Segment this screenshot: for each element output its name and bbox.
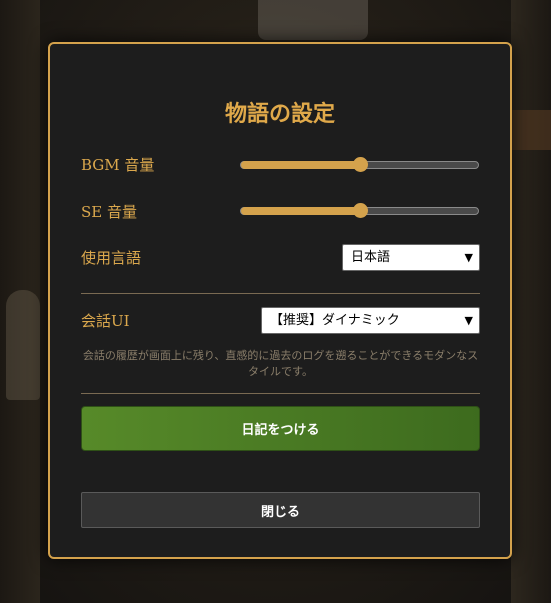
conversation-ui-select[interactable]: 【推奨】ダイナミック ▼ — [261, 307, 480, 334]
se-volume-thumb[interactable] — [352, 203, 368, 218]
background-pillar-right — [511, 0, 551, 603]
background-figure — [6, 290, 40, 400]
background-sign — [258, 0, 368, 40]
background-shelf — [511, 110, 551, 150]
se-volume-label: SE 音量 — [81, 203, 137, 221]
dialog-title: 物語の設定 — [224, 101, 335, 127]
divider-top — [81, 293, 480, 294]
language-select[interactable]: 日本語 ▼ — [342, 244, 480, 271]
se-volume-fill — [241, 207, 360, 215]
language-select-value: 日本語 — [351, 250, 391, 265]
settings-dialog: 物語の設定 BGM 音量 SE 音量 使用言語 日本語 ▼ 会話UI 【推奨】ダ… — [48, 42, 512, 559]
bgm-volume-slider[interactable] — [240, 157, 479, 172]
bgm-volume-thumb[interactable] — [352, 157, 368, 172]
chevron-down-icon: ▼ — [464, 314, 473, 327]
chevron-down-icon: ▼ — [464, 251, 473, 264]
divider-bottom — [81, 393, 480, 394]
bgm-volume-fill — [241, 161, 360, 169]
conversation-ui-select-value: 【推奨】ダイナミック — [270, 313, 400, 328]
language-label: 使用言語 — [81, 249, 142, 267]
conversation-ui-description: 会話の履歴が画面上に残り、直感的に過去のログを遡ることができるモダンなスタイルで… — [82, 349, 479, 378]
close-button[interactable]: 閉じる — [81, 492, 480, 528]
diary-button[interactable]: 日記をつける — [81, 406, 480, 451]
conversation-ui-label: 会話UI — [81, 312, 130, 330]
bgm-volume-label: BGM 音量 — [81, 156, 155, 174]
se-volume-slider[interactable] — [240, 203, 479, 218]
